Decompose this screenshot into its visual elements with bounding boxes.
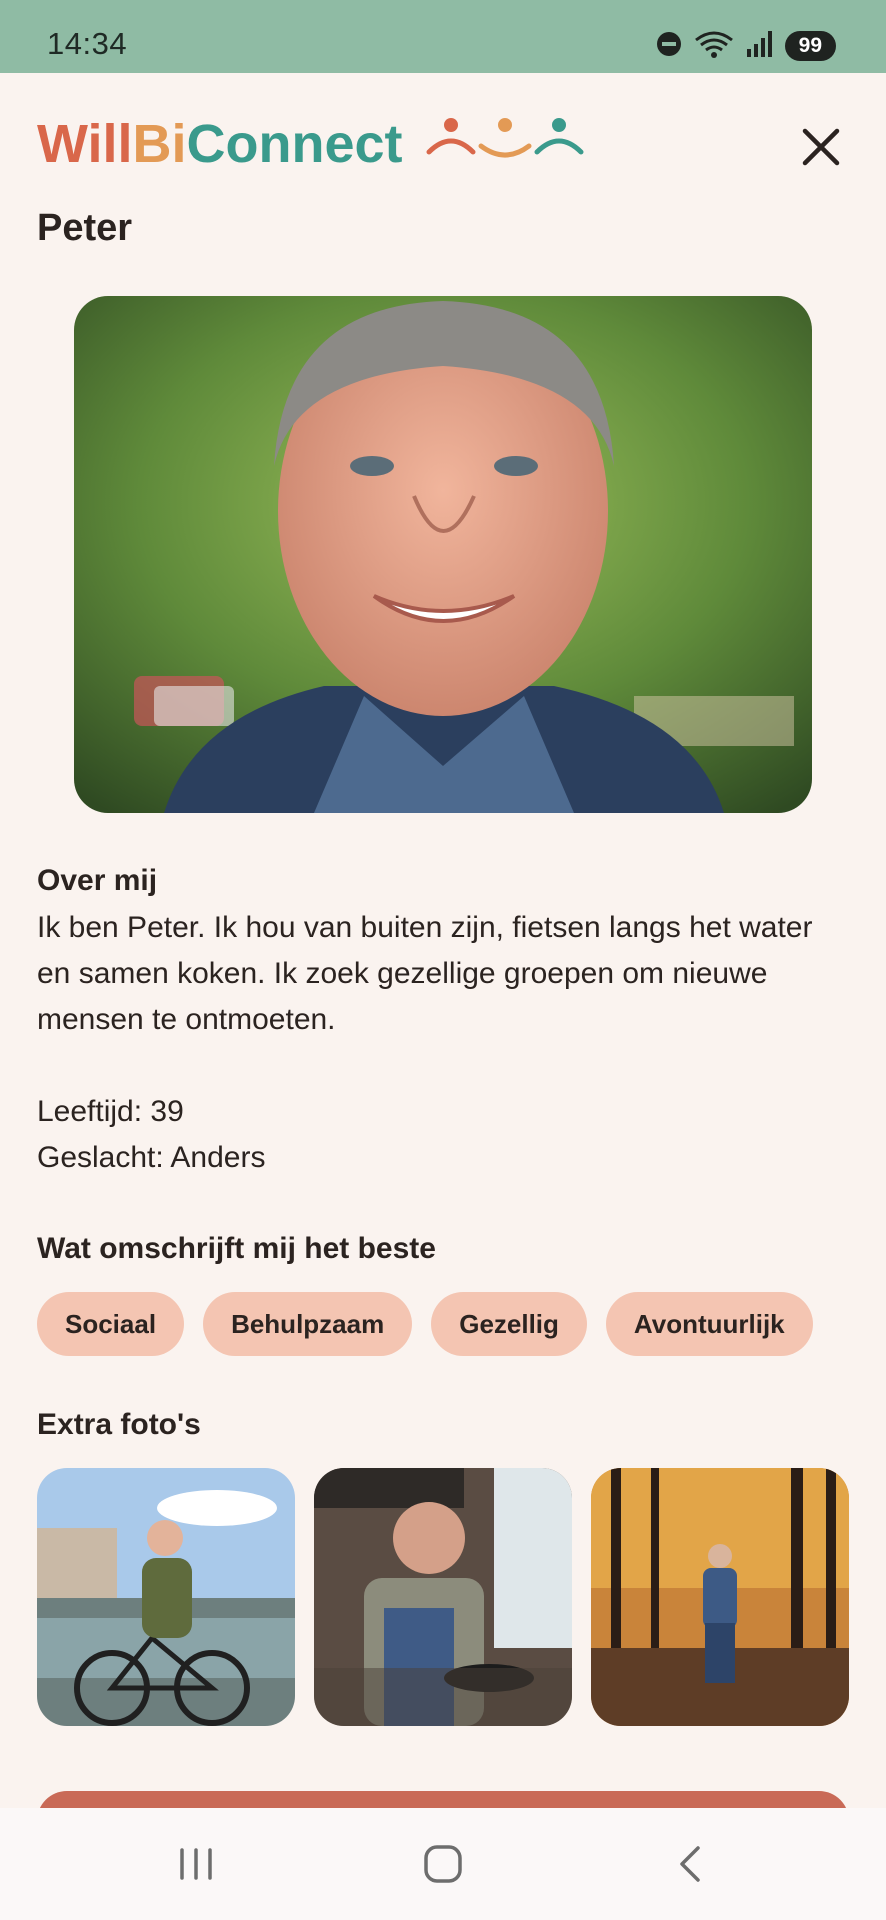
trait-chip: Sociaal [37,1292,185,1356]
extra-photos-title: Extra foto's [37,1408,201,1441]
profile-photo [74,296,812,813]
recent-apps-button[interactable] [136,1808,256,1920]
status-bar: 14:34 99 [0,0,886,73]
traits-chips: Sociaal Behulpzaam Gezellig Avontuurlijk [37,1292,813,1356]
back-button[interactable] [632,1808,752,1920]
navigation-bar [0,1808,886,1920]
status-time: 14:34 [47,26,128,61]
profile-name: Peter [37,207,133,249]
home-button[interactable] [383,1808,503,1920]
wifi-icon [693,28,735,65]
about-text: Ik ben Peter. Ik hou van buiten zijn, fi… [37,911,813,1036]
logo-text-bi: Bi [132,114,187,174]
people-logo-icon [423,116,587,173]
extra-photo-cycling[interactable] [37,1468,295,1726]
battery-icon: 99 [784,31,836,61]
back-icon [680,1846,700,1882]
trait-chip: Behulpzaam [203,1292,413,1356]
traits-title: Wat omschrijft mij het beste [37,1232,436,1265]
trait-chip: Gezellig [431,1292,587,1356]
app-logo: Will Bi Connect [37,113,587,175]
signal-icon [745,29,775,64]
logo-text-will: Will [37,114,133,174]
do-not-disturb-icon [655,30,683,63]
status-icons: 99 [655,28,836,64]
home-icon [424,1845,462,1883]
app-header: Will Bi Connect [0,73,886,213]
about-title: Over mij [37,864,158,897]
trait-chip: Avontuurlijk [605,1292,813,1356]
extra-photos [37,1468,849,1726]
extra-photo-cooking[interactable] [314,1468,572,1726]
close-button[interactable] [795,121,847,173]
close-icon [802,128,840,166]
recent-apps-icon [180,1848,212,1880]
age-text: Leeftijd: 39 [37,1095,184,1128]
logo-text-connect: Connect [186,114,403,174]
gender-text: Geslacht: Anders [37,1141,266,1174]
extra-photo-hiking[interactable] [591,1468,849,1726]
